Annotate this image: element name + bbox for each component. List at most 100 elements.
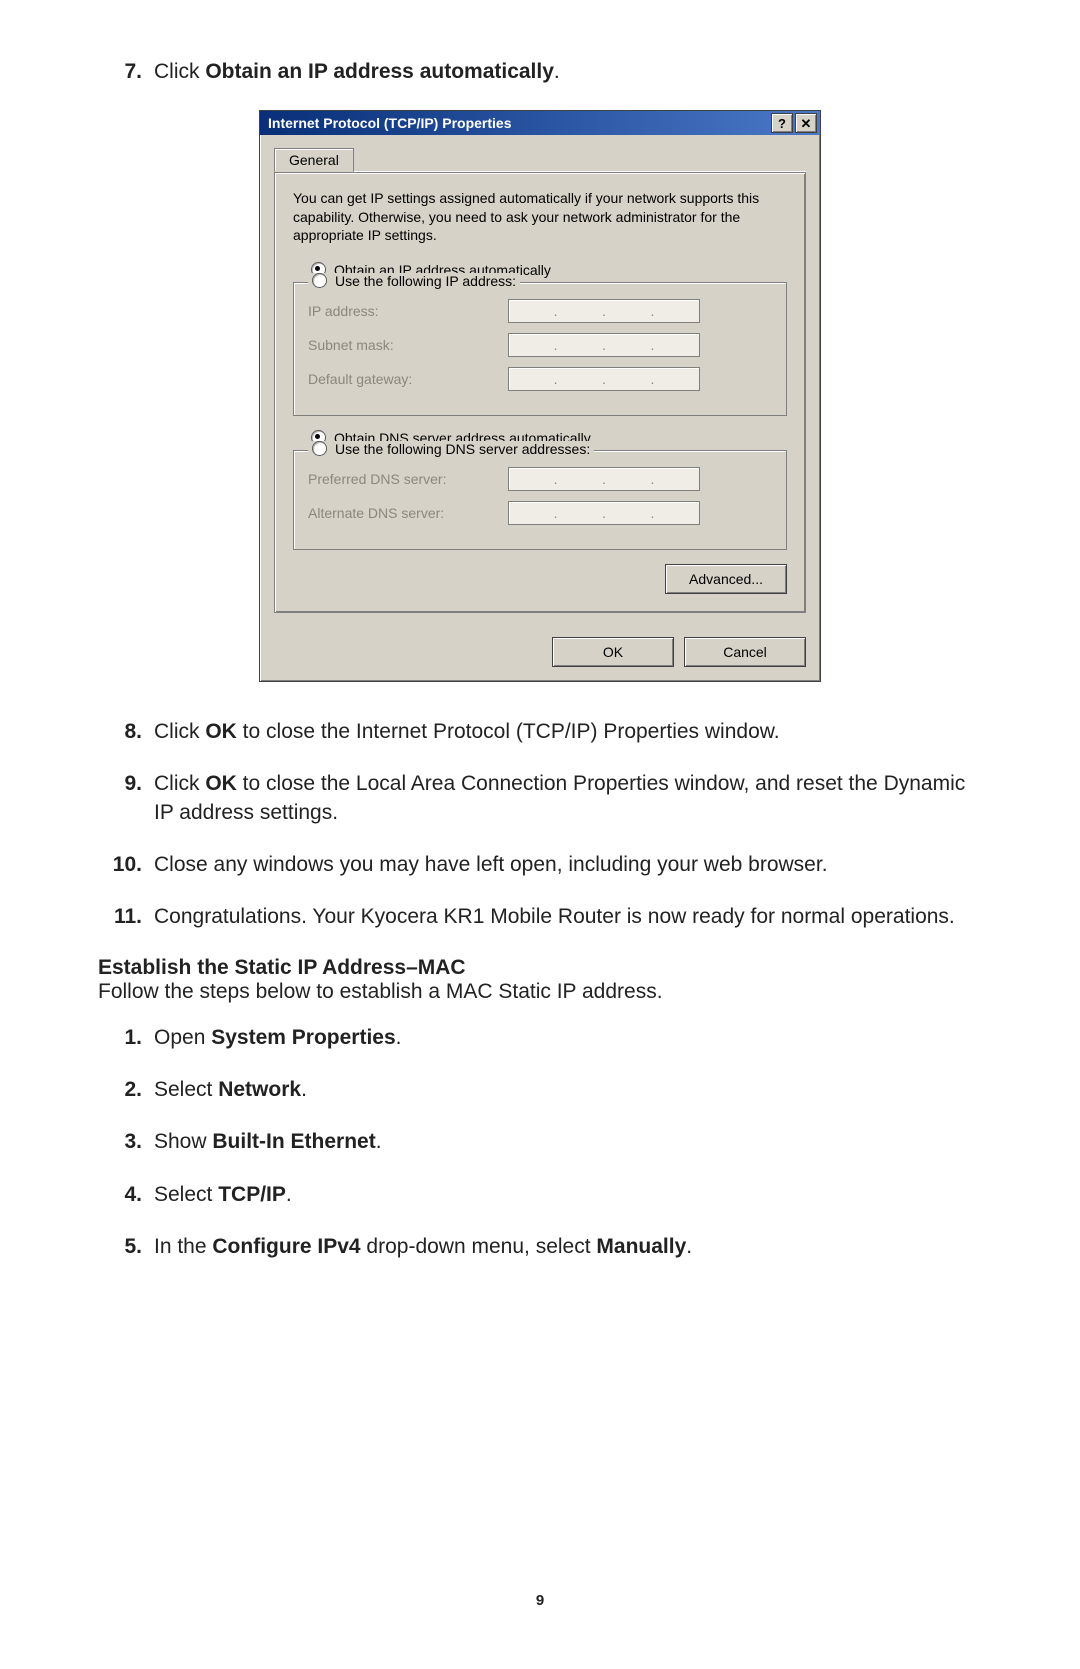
step-text: Select: [154, 1078, 218, 1101]
step-bold: Network: [218, 1078, 301, 1101]
step-text: Click: [154, 60, 205, 83]
radio-label: Use the following DNS server addresses:: [335, 441, 590, 457]
step-bold: OK: [205, 720, 237, 743]
radio-label: Use the following IP address:: [335, 273, 516, 289]
step-text: .: [286, 1183, 292, 1206]
titlebar: Internet Protocol (TCP/IP) Properties ? …: [260, 111, 820, 135]
step-11: 11. Congratulations. Your Kyocera KR1 Mo…: [98, 903, 982, 931]
step-bold: TCP/IP: [218, 1183, 286, 1206]
radio-use-dns[interactable]: Use the following DNS server addresses:: [308, 441, 594, 457]
step-text: .: [686, 1235, 692, 1258]
step-8: 8. Click OK to close the Internet Protoc…: [98, 718, 982, 746]
step-text: to close the Local Area Connection Prope…: [154, 772, 965, 823]
step-9: 9. Click OK to close the Local Area Conn…: [98, 770, 982, 827]
step-text: Close any windows you may have left open…: [154, 853, 828, 876]
group-use-ip: Use the following IP address: IP address…: [293, 282, 787, 416]
step-bold: Built-In Ethernet: [212, 1130, 375, 1153]
field-label: Alternate DNS server:: [308, 505, 508, 521]
step-body: Select Network.: [154, 1076, 982, 1104]
field-ip-address: IP address: ...: [308, 299, 772, 323]
help-button[interactable]: ?: [771, 113, 793, 133]
radio-icon: [312, 441, 327, 456]
mac-step-4: 4. Select TCP/IP.: [98, 1181, 982, 1209]
preferred-dns-input[interactable]: ...: [508, 467, 700, 491]
step-number: 2.: [98, 1076, 154, 1104]
mac-step-2: 2. Select Network.: [98, 1076, 982, 1104]
ok-button[interactable]: OK: [552, 637, 674, 667]
step-body: Click Obtain an IP address automatically…: [154, 58, 982, 86]
step-text: Click: [154, 772, 205, 795]
step-number: 7.: [98, 58, 154, 86]
step-text: Open: [154, 1026, 211, 1049]
step-text: .: [554, 60, 560, 83]
step-bold: Manually: [596, 1235, 686, 1258]
step-body: Select TCP/IP.: [154, 1181, 982, 1209]
tabstrip: General: [274, 145, 806, 172]
field-subnet-mask: Subnet mask: ...: [308, 333, 772, 357]
step-text: drop-down menu, select: [361, 1235, 597, 1258]
step-text: Select: [154, 1183, 218, 1206]
step-10: 10. Close any windows you may have left …: [98, 851, 982, 879]
field-default-gateway: Default gateway: ...: [308, 367, 772, 391]
page-number: 9: [0, 1592, 1080, 1609]
mac-section-heading: Establish the Static IP Address–MAC: [98, 956, 982, 980]
step-text: .: [301, 1078, 307, 1101]
step-body: Click OK to close the Local Area Connect…: [154, 770, 982, 827]
group-use-dns: Use the following DNS server addresses: …: [293, 450, 787, 550]
alternate-dns-input[interactable]: ...: [508, 501, 700, 525]
step-body: In the Configure IPv4 drop-down menu, se…: [154, 1233, 982, 1261]
step-number: 3.: [98, 1128, 154, 1156]
step-body: Close any windows you may have left open…: [154, 851, 982, 879]
ip-address-input[interactable]: ...: [508, 299, 700, 323]
mac-step-5: 5. In the Configure IPv4 drop-down menu,…: [98, 1233, 982, 1261]
radio-use-ip[interactable]: Use the following IP address:: [308, 273, 520, 289]
tab-general[interactable]: General: [274, 148, 354, 172]
mac-section-subtitle: Follow the steps below to establish a MA…: [98, 980, 982, 1004]
step-bold: Obtain an IP address automatically: [205, 60, 554, 83]
default-gateway-input[interactable]: ...: [508, 367, 700, 391]
field-label: Default gateway:: [308, 371, 508, 387]
step-bold: OK: [205, 772, 237, 795]
step-number: 5.: [98, 1233, 154, 1261]
close-icon: ✕: [801, 117, 812, 130]
step-text: .: [376, 1130, 382, 1153]
step-body: Open System Properties.: [154, 1024, 982, 1052]
step-number: 10.: [98, 851, 154, 879]
instructions-mid: 8. Click OK to close the Internet Protoc…: [98, 718, 982, 932]
step-body: Show Built-In Ethernet.: [154, 1128, 982, 1156]
help-icon: ?: [778, 117, 786, 130]
dialog-footer: OK Cancel: [260, 627, 820, 681]
step-text: In the: [154, 1235, 212, 1258]
field-alternate-dns: Alternate DNS server: ...: [308, 501, 772, 525]
step-bold: Configure IPv4: [212, 1235, 360, 1258]
step-number: 8.: [98, 718, 154, 746]
dialog-body: General You can get IP settings assigned…: [260, 135, 820, 627]
subnet-mask-input[interactable]: ...: [508, 333, 700, 357]
instructions-mac: 1. Open System Properties. 2. Select Net…: [98, 1024, 982, 1262]
radio-icon: [312, 273, 327, 288]
step-number: 11.: [98, 903, 154, 931]
dns-fields: Preferred DNS server: ... Alternate DNS …: [308, 467, 772, 525]
field-preferred-dns: Preferred DNS server: ...: [308, 467, 772, 491]
step-text: Show: [154, 1130, 212, 1153]
step-number: 4.: [98, 1181, 154, 1209]
window-title: Internet Protocol (TCP/IP) Properties: [268, 115, 769, 131]
field-label: Preferred DNS server:: [308, 471, 508, 487]
step-text: .: [396, 1026, 402, 1049]
instructions-top: 7. Click Obtain an IP address automatica…: [98, 58, 982, 86]
step-7: 7. Click Obtain an IP address automatica…: [98, 58, 982, 86]
step-number: 1.: [98, 1024, 154, 1052]
mac-step-3: 3. Show Built-In Ethernet.: [98, 1128, 982, 1156]
close-button[interactable]: ✕: [795, 113, 817, 133]
mac-step-1: 1. Open System Properties.: [98, 1024, 982, 1052]
step-number: 9.: [98, 770, 154, 827]
step-body: Congratulations. Your Kyocera KR1 Mobile…: [154, 903, 982, 931]
tab-general-panel: You can get IP settings assigned automat…: [274, 172, 806, 613]
advanced-button[interactable]: Advanced...: [665, 564, 787, 594]
step-text: Congratulations. Your Kyocera KR1 Mobile…: [154, 905, 955, 928]
dialog-figure: Internet Protocol (TCP/IP) Properties ? …: [98, 110, 982, 682]
cancel-button[interactable]: Cancel: [684, 637, 806, 667]
step-bold: System Properties: [211, 1026, 395, 1049]
step-text: to close the Internet Protocol (TCP/IP) …: [237, 720, 780, 743]
ip-fields: IP address: ... Subnet mask: ... Default…: [308, 299, 772, 391]
